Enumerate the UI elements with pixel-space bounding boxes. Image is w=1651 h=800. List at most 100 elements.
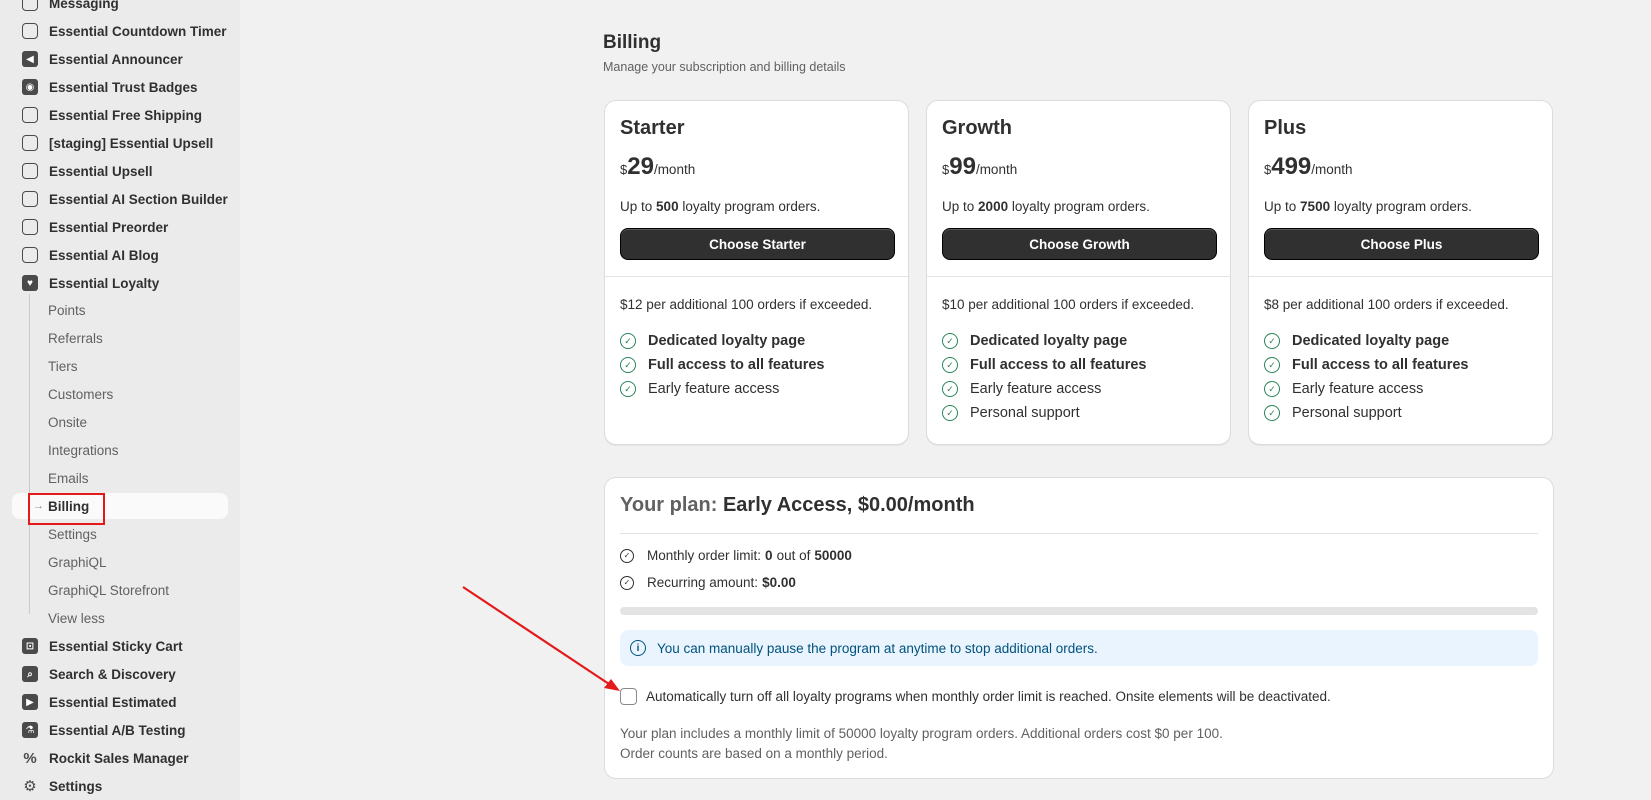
timer-icon <box>22 23 38 39</box>
sidebar-item[interactable]: ⊡ Essential Sticky Cart <box>12 633 228 659</box>
feature-item: ✓ Full access to all features <box>942 353 1147 377</box>
sidebar-item[interactable]: Messaging <box>12 0 228 16</box>
price-period: /month <box>653 162 696 177</box>
price-amount: 29 <box>627 153 654 180</box>
price-period: /month <box>1311 162 1353 177</box>
sidebar-item[interactable]: ⚗ Essential A/B Testing <box>12 717 228 743</box>
sidebar-item-label: Essential AI Section Builder <box>49 191 228 207</box>
order-total: 50000 <box>814 548 852 563</box>
search-icon: ⌕ <box>22 666 38 682</box>
sidebar-subitem[interactable]: Integrations <box>12 437 228 463</box>
limit-value: 7500 <box>1300 199 1331 214</box>
limit-suffix: loyalty program orders. <box>682 199 821 214</box>
sidebar-subitem[interactable]: Referrals <box>12 325 228 351</box>
sidebar-subitem[interactable]: GraphiQL Storefront <box>12 577 228 603</box>
sidebar-subitem[interactable]: Onsite <box>12 409 228 435</box>
sidebar-item[interactable]: ◀ Essential Announcer <box>12 46 228 72</box>
check-circle-icon: ✓ <box>620 357 636 373</box>
feature-item: ✓ Early feature access <box>1264 377 1469 401</box>
choose-plan-button[interactable]: Choose Plus <box>1264 228 1539 260</box>
sidebar-subitem-label: Customers <box>48 386 114 402</box>
sidebar-subitem[interactable]: Points <box>12 297 228 323</box>
sidebar-subitem[interactable]: Customers <box>12 381 228 407</box>
check-circle-icon: ✓ <box>942 381 958 397</box>
sidebar-subitem[interactable]: GraphiQL <box>12 549 228 575</box>
sidebar-item-label: Messaging <box>49 0 119 11</box>
limit-suffix: loyalty program orders. <box>1011 199 1150 214</box>
plan-limit: Up to 2000 loyalty program orders. <box>942 199 1150 214</box>
sidebar-item-label: Essential Preorder <box>49 219 169 235</box>
price-currency: $ <box>1264 162 1272 177</box>
plan-limit: Up to 500 loyalty program orders. <box>620 199 820 214</box>
limit-prefix: Up to <box>1264 199 1297 214</box>
sidebar-item[interactable]: Essential Countdown Timer <box>12 18 228 44</box>
feature-list: ✓ Dedicated loyalty page ✓ Full access to a… <box>620 329 825 401</box>
note-line-2: Order counts are based on a monthly peri… <box>620 746 888 761</box>
sidebar-subitem-label: Points <box>48 302 86 318</box>
info-banner: i You can manually pause the program at … <box>620 630 1538 666</box>
choose-plan-button[interactable]: Choose Growth <box>942 228 1217 260</box>
choose-plan-button[interactable]: Choose Starter <box>620 228 895 260</box>
check-circle-icon: ✓ <box>942 333 958 349</box>
check-circle-icon: ✓ <box>620 381 636 397</box>
plan-note: Your plan includes a monthly limit of 50… <box>620 724 1223 764</box>
check-circle-icon: ✓ <box>620 333 636 349</box>
auto-off-row[interactable]: Automatically turn off all loyalty progr… <box>620 688 1331 705</box>
check-circle-icon: ✓ <box>620 575 634 590</box>
your-plan-label: Your plan: <box>620 494 718 516</box>
feature-list: ✓ Dedicated loyalty page ✓ Full access to a… <box>1264 329 1469 425</box>
check-circle-icon: ✓ <box>942 405 958 421</box>
feature-label: Dedicated loyalty page <box>648 333 806 349</box>
feature-item: ✓ Personal support <box>942 401 1147 425</box>
sidebar-subitem-label: Tiers <box>48 358 78 374</box>
flask-icon: ⚗ <box>22 722 38 738</box>
sidebar-item-label: Essential Sticky Cart <box>49 638 183 654</box>
sidebar-item[interactable]: ⚙ Settings <box>12 773 228 799</box>
feature-label: Dedicated loyalty page <box>970 333 1128 349</box>
sidebar-subitem[interactable]: View less <box>12 605 228 631</box>
sidebar-subitem-label: Integrations <box>48 442 119 458</box>
gear-icon: ⚙ <box>23 778 37 795</box>
limit-suffix: loyalty program orders. <box>1333 199 1472 214</box>
feature-label: Early feature access <box>1292 381 1424 397</box>
sidebar-item-label: Essential AI Blog <box>49 247 159 263</box>
preorder-icon <box>22 219 38 235</box>
sidebar-item[interactable]: Essential AI Blog <box>12 242 228 268</box>
page-subtitle: Manage your subscription and billing det… <box>603 60 846 74</box>
overage-text: $8 per additional 100 orders if exceeded… <box>1264 297 1509 312</box>
feature-label: Early feature access <box>648 381 780 397</box>
loyalty-heart-icon: ♥ <box>22 275 38 291</box>
sidebar-item[interactable]: Essential Preorder <box>12 214 228 240</box>
sidebar-subitem[interactable]: Emails <box>12 465 228 491</box>
sidebar-item[interactable]: ⌕ Search & Discovery <box>12 661 228 687</box>
sidebar-item-label: [staging] Essential Upsell <box>49 135 214 151</box>
feature-label: Full access to all features <box>1292 357 1469 373</box>
sidebar-item-label: Essential Loyalty <box>49 275 160 291</box>
sidebar-item[interactable]: Essential Upsell <box>12 158 228 184</box>
sidebar-subitem-label: Referrals <box>48 330 103 346</box>
sidebar-item[interactable]: ◉ Essential Trust Badges <box>12 74 228 100</box>
plan-card-growth: Growth $99/month Up to 2000 loyalty progra… <box>926 100 1231 445</box>
percent-icon: % <box>23 749 37 767</box>
sidebar-item[interactable]: % Rockit Sales Manager <box>12 745 228 771</box>
feature-label: Personal support <box>1292 405 1402 421</box>
highlight-box <box>28 493 105 525</box>
check-circle-icon: ✓ <box>1264 357 1280 373</box>
feature-item: ✓ Full access to all features <box>620 353 825 377</box>
sidebar-item[interactable]: ♥ Essential Loyalty <box>12 270 228 296</box>
sidebar-item[interactable]: Essential Free Shipping <box>12 102 228 128</box>
sidebar-subitem-label: GraphiQL <box>48 554 107 570</box>
auto-off-checkbox[interactable] <box>620 688 637 705</box>
recurring-row: ✓ Recurring amount: $0.00 <box>620 575 800 590</box>
plan-card-plus: Plus $499/month Up to 7500 loyalty program… <box>1248 100 1553 445</box>
order-limit-row: ✓ Monthly order limit: 0 out of 50000 <box>620 548 856 563</box>
feature-label: Personal support <box>970 405 1080 421</box>
order-progress-bar <box>620 607 1538 615</box>
sidebar-subitem[interactable]: Tiers <box>12 353 228 379</box>
auto-off-label[interactable]: Automatically turn off all loyalty progr… <box>646 689 1331 704</box>
sidebar-item[interactable]: Essential AI Section Builder <box>12 186 228 212</box>
sidebar-item[interactable]: [staging] Essential Upsell <box>12 130 228 156</box>
sidebar-item-label: Essential Countdown Timer <box>49 23 227 39</box>
plan-card-starter: Starter $29/month Up to 500 loyalty progra… <box>604 100 909 445</box>
sidebar-item[interactable]: ▶ Essential Estimated <box>12 689 228 715</box>
